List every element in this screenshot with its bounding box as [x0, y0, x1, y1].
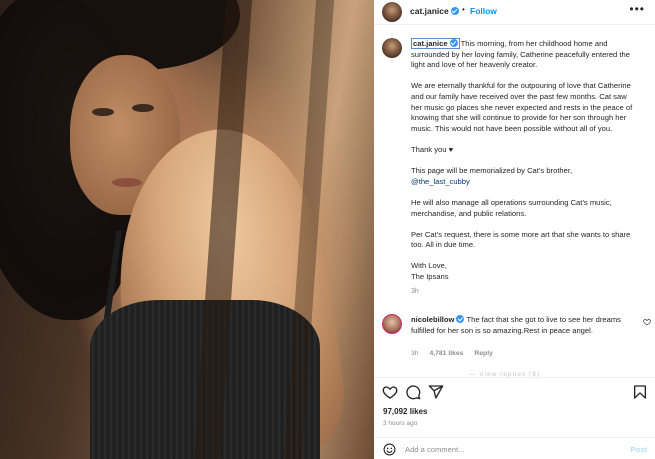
- comment-body: nicolebillow The fact that she got to li…: [411, 315, 637, 336]
- follow-button[interactable]: Follow: [470, 6, 497, 16]
- comment-meta: 3h 4,781 likes Reply: [411, 350, 502, 357]
- commenter-username[interactable]: nicolebillow: [411, 315, 465, 324]
- share-icon[interactable]: [428, 384, 444, 400]
- caption-paragraph-4: This page will be memorialized by Cat’s …: [411, 166, 573, 176]
- verified-badge-icon: [450, 7, 459, 15]
- post-header: cat.janice • Follow •••: [374, 0, 655, 25]
- comment-item: nicolebillow The fact that she got to li…: [374, 312, 655, 362]
- mention-link[interactable]: @the_last_cubby: [411, 177, 470, 186]
- action-bar: [374, 377, 655, 407]
- comment-like-heart-icon[interactable]: [643, 318, 651, 326]
- caption-avatar[interactable]: [382, 38, 402, 58]
- photo-eye: [132, 104, 154, 112]
- commenter-avatar[interactable]: [382, 314, 402, 334]
- bookmark-icon[interactable]: [632, 384, 648, 400]
- likes-count[interactable]: 97,092 likes: [383, 407, 427, 416]
- add-comment-bar: Post: [374, 437, 655, 459]
- caption-paragraph-5: He will also manage all operations surro…: [411, 197, 612, 218]
- photo-eye: [92, 108, 114, 116]
- author-avatar[interactable]: [382, 2, 402, 22]
- verified-badge-icon: [456, 315, 465, 323]
- caption-signoff-1: With Love,: [411, 261, 447, 271]
- caption-paragraph-3: Thank you ♥: [411, 144, 454, 154]
- comment-timestamp[interactable]: 3h: [411, 350, 419, 357]
- emoji-icon[interactable]: [383, 443, 396, 456]
- reply-button[interactable]: Reply: [474, 350, 493, 357]
- comment-likes[interactable]: 4,781 likes: [429, 350, 463, 357]
- heart-icon[interactable]: [382, 384, 398, 400]
- post-comment-button[interactable]: Post: [631, 445, 647, 454]
- caption-body: cat.janice This morning, from her childho…: [411, 38, 637, 298]
- more-horizontal-icon[interactable]: •••: [629, 2, 645, 16]
- caption-timestamp[interactable]: 3h: [411, 287, 637, 298]
- verified-badge-icon: [449, 39, 458, 47]
- post-time[interactable]: 3 hours ago: [383, 420, 417, 427]
- caption-paragraph-2: We are eternally thankful for the outpou…: [411, 81, 633, 133]
- separator-dot: •: [462, 5, 465, 14]
- caption-username[interactable]: cat.janice: [411, 38, 460, 49]
- add-comment-input[interactable]: [405, 442, 615, 457]
- author-username[interactable]: cat.janice: [410, 6, 459, 16]
- photo-lips: [112, 178, 142, 187]
- post-photo[interactable]: [0, 0, 374, 459]
- caption-signoff-2: The Ipsans: [411, 272, 449, 282]
- comment-icon[interactable]: [405, 384, 421, 400]
- post-panel: cat.janice • Follow ••• cat.janice This m…: [374, 0, 655, 459]
- caption-paragraph-6: Per Cat’s request, there is some more ar…: [411, 229, 631, 250]
